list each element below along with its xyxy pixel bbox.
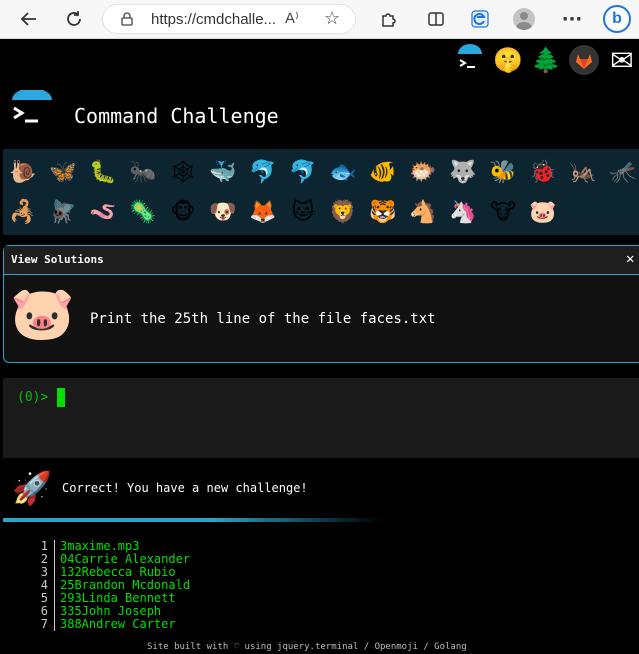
challenge-emoji-icon[interactable]: 🦁 <box>323 194 363 230</box>
challenge-emoji-icon[interactable]: 🪰 <box>43 194 83 230</box>
lock-icon[interactable] <box>121 12 133 26</box>
challenge-emoji-icon[interactable]: 🐬 <box>243 154 283 190</box>
challenge-emoji-icon[interactable]: 🕸 <box>163 154 203 190</box>
header-icons: 🤫 🌲 ✉ <box>453 42 639 78</box>
challenge-emoji-bar: 🐌 🦋 🐛 🐜 🕸 🐳 🐬 🐬 🐟 🐠 🐡 🐺 🐝 🐞 🦗 🦟 🦂 🪰 🪱 🦠 🐵 🐶 🦊 🐱 🦁 🐯 🐴 🦄 🐮 🐷 <box>3 149 639 235</box>
challenge-emoji-icon[interactable]: 🐺 <box>443 154 483 190</box>
shushing-face-glyph: 🤫 <box>493 46 523 74</box>
terminal[interactable]: (0)> <box>3 378 639 458</box>
challenge-emoji-icon[interactable]: 🐵 <box>163 194 203 230</box>
challenge-emoji-icon[interactable]: 🦠 <box>123 194 163 230</box>
read-aloud-icon[interactable]: A⁾ <box>285 9 299 27</box>
card-header: View Solutions ✕ <box>4 246 639 275</box>
challenge-emoji-icon[interactable]: 🐞 <box>523 154 563 190</box>
favorite-star-icon[interactable]: ☆ <box>324 8 340 29</box>
output-line: 7 388Andrew Carter <box>28 618 190 631</box>
browser-toolbar: https://cmdchalle... A⁾ ☆ ··· b <box>0 0 639 39</box>
line-text: 388Andrew Carter <box>60 617 176 631</box>
terminal-prompt: (0)> <box>17 390 49 405</box>
shushing-face-icon[interactable]: 🤫 <box>491 43 525 77</box>
challenge-emoji-icon[interactable]: 🐴 <box>403 194 443 230</box>
envelope-glyph: ✉ <box>610 43 634 77</box>
site-footer: Site built with ♡ using jquery.terminal … <box>147 642 467 652</box>
tree-glyph: 🌲 <box>531 46 561 74</box>
profile-avatar-icon[interactable] <box>513 8 535 30</box>
challenge-emoji-icon[interactable]: 🐱 <box>283 194 323 230</box>
challenge-emoji-icon[interactable]: 🐛 <box>83 154 123 190</box>
terminal-cursor[interactable] <box>57 388 65 407</box>
command-output: 1 3maxime.mp3 2 04Carrie Alexander 3 132Rebec… <box>28 540 190 631</box>
line-number: 7 <box>28 618 55 631</box>
challenge-emoji-icon[interactable]: 🦟 <box>603 154 639 190</box>
challenge-emoji-icon[interactable]: 🐡 <box>403 154 443 190</box>
emoji-row-1: 🐌 🦋 🐛 🐜 🕸 🐳 🐬 🐬 🐟 🐠 🐡 🐺 🐝 🐞 🦗 🦟 <box>3 154 639 190</box>
challenge-emoji-icon[interactable]: 🐌 <box>3 154 43 190</box>
challenge-emoji-icon[interactable]: 🦂 <box>3 194 43 230</box>
view-solutions-link[interactable]: View Solutions <box>11 253 104 266</box>
challenge-emoji-icon[interactable]: 🐟 <box>323 154 363 190</box>
pig-face-icon: 🐷 <box>10 284 75 344</box>
challenge-emoji-icon[interactable]: 🪱 <box>83 194 123 230</box>
site-logo-icon <box>10 88 54 132</box>
challenge-emoji-icon[interactable]: 🐠 <box>363 154 403 190</box>
challenge-card: View Solutions ✕ 🐷 Print the 25th line o… <box>3 245 639 363</box>
terminal-logo-icon[interactable] <box>453 43 487 77</box>
emoji-row-2: 🦂 🪰 🪱 🦠 🐵 🐶 🦊 🐱 🦁 🐯 🐴 🦄 🐮 🐷 <box>3 194 563 230</box>
url-text[interactable]: https://cmdchalle... <box>151 11 276 28</box>
challenge-emoji-icon[interactable]: 🐜 <box>123 154 163 190</box>
back-arrow-icon[interactable] <box>15 5 43 33</box>
gitlab-icon[interactable] <box>567 43 601 77</box>
challenge-emoji-icon[interactable]: 🦊 <box>243 194 283 230</box>
challenge-emoji-icon[interactable]: 🐝 <box>483 154 523 190</box>
refresh-icon[interactable] <box>60 5 88 33</box>
edge-collections-icon[interactable] <box>466 5 494 33</box>
close-icon[interactable]: ✕ <box>626 251 634 267</box>
result-message: Correct! You have a new challenge! <box>62 481 308 495</box>
tree-icon[interactable]: 🌲 <box>529 43 563 77</box>
challenge-emoji-icon[interactable]: 🐶 <box>203 194 243 230</box>
more-menu-icon[interactable]: ··· <box>558 5 586 33</box>
rocket-icon: 🚀 <box>12 469 52 507</box>
challenge-emoji-icon[interactable]: 🐮 <box>483 194 523 230</box>
challenge-emoji-icon[interactable]: 🦗 <box>563 154 603 190</box>
extensions-icon[interactable] <box>374 5 402 33</box>
challenge-description: Print the 25th line of the file faces.tx… <box>90 311 436 327</box>
challenge-emoji-icon[interactable]: 🐳 <box>203 154 243 190</box>
challenge-emoji-icon[interactable]: 🐯 <box>363 194 403 230</box>
challenge-emoji-icon[interactable]: 🦋 <box>43 154 83 190</box>
page-title: Command Challenge <box>74 104 279 128</box>
challenge-emoji-icon[interactable]: 🐷 <box>523 194 563 230</box>
bing-chat-icon[interactable]: b <box>603 5 631 33</box>
challenge-emoji-icon[interactable]: 🐬 <box>283 154 323 190</box>
split-screen-icon[interactable] <box>422 5 450 33</box>
envelope-icon[interactable]: ✉ <box>605 43 639 77</box>
divider <box>3 518 383 522</box>
challenge-emoji-icon[interactable]: 🦄 <box>443 194 483 230</box>
address-bar[interactable]: https://cmdchalle... A⁾ ☆ <box>102 4 356 34</box>
